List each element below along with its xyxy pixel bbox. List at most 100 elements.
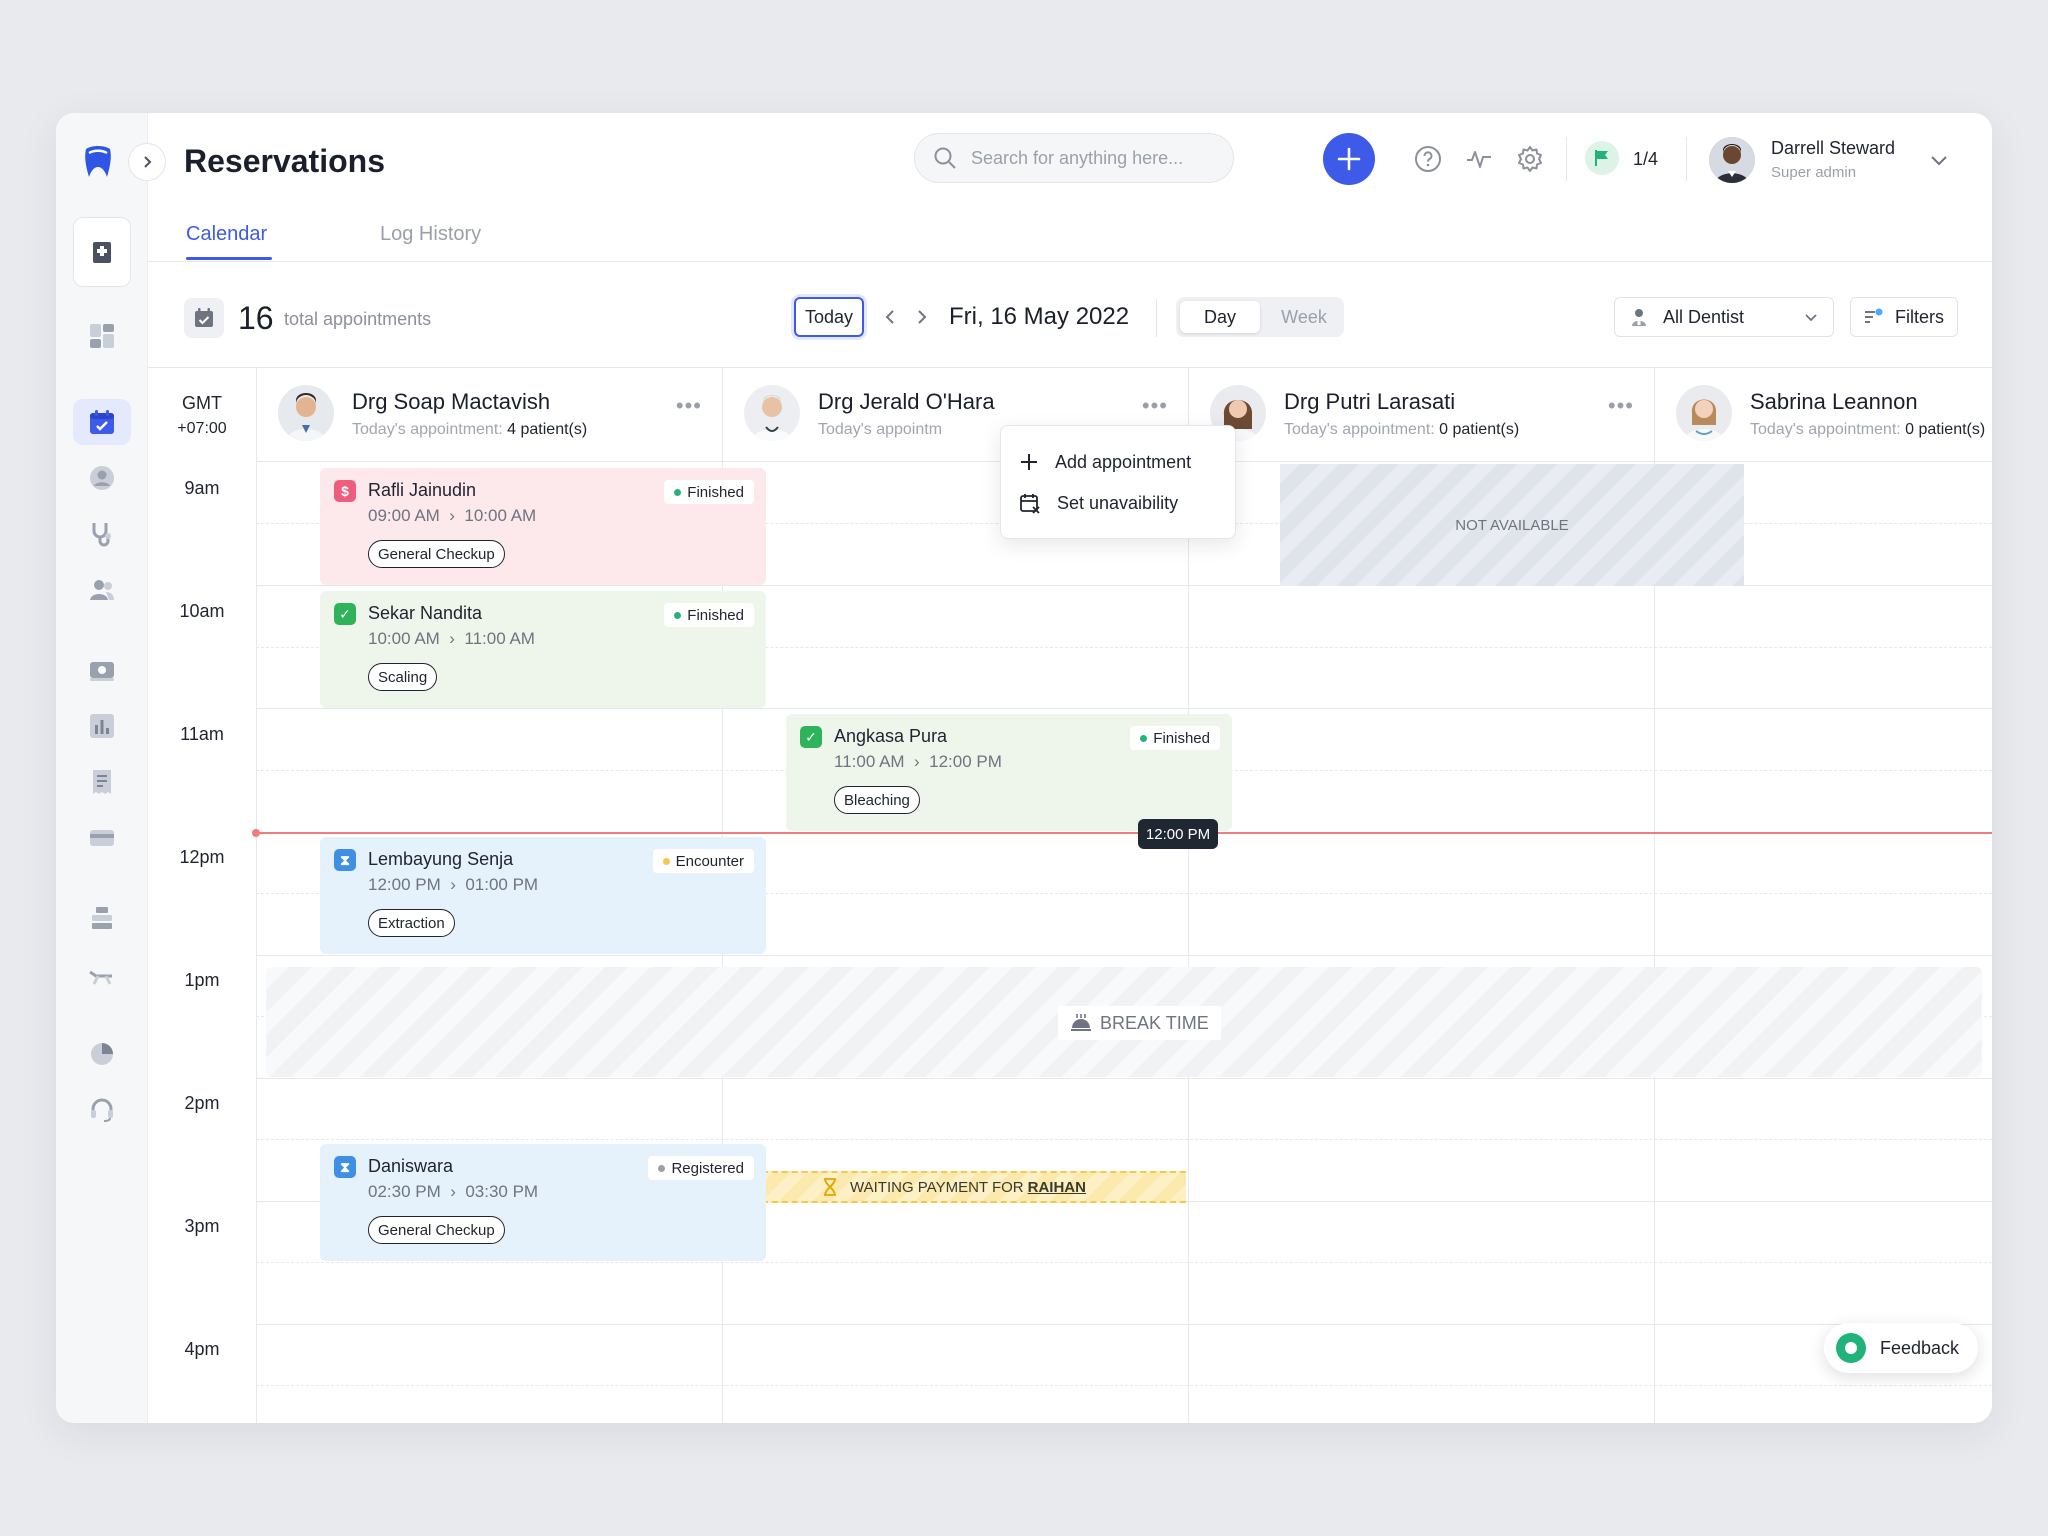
column-more-button[interactable]: ••• bbox=[676, 393, 702, 419]
payment-icon[interactable] bbox=[73, 647, 131, 693]
user-name: Darrell Steward bbox=[1771, 138, 1895, 159]
feedback-label: Feedback bbox=[1880, 1338, 1959, 1359]
filter-icon bbox=[1863, 307, 1885, 327]
tab-log-history[interactable]: Log History bbox=[380, 223, 481, 246]
today-button[interactable]: Today bbox=[794, 297, 864, 337]
column-more-button[interactable]: ••• bbox=[1608, 393, 1634, 419]
search-input[interactable]: Search for anything here... bbox=[914, 133, 1234, 183]
view-week-button[interactable]: Week bbox=[1272, 301, 1336, 333]
appointment-time: 10:00 AM › 11:00 AM bbox=[368, 629, 535, 649]
current-date: Fri, 16 May 2022 bbox=[949, 303, 1129, 331]
dental-chair-icon[interactable] bbox=[73, 951, 131, 997]
status-badge: Encounter bbox=[653, 849, 754, 873]
current-time-label: 12:00 PM bbox=[1138, 819, 1218, 849]
appointment-card[interactable]: ⧗ Daniswara 02:30 PM › 03:30 PM General … bbox=[320, 1144, 766, 1261]
patient-name: Daniswara bbox=[368, 1156, 453, 1177]
sidebar bbox=[56, 113, 148, 1423]
dentist-select[interactable]: All Dentist bbox=[1614, 297, 1834, 337]
dentist-appointment-summary: Today's appointment: 0 patient(s) bbox=[1284, 421, 1519, 439]
user-avatar[interactable] bbox=[1709, 137, 1755, 183]
logo-icon[interactable] bbox=[82, 145, 114, 181]
add-appointment-menu-item[interactable]: Add appointment bbox=[1019, 447, 1191, 477]
filters-button[interactable]: Filters bbox=[1850, 297, 1958, 337]
progress-flag-button[interactable] bbox=[1585, 141, 1619, 175]
support-headset-icon[interactable] bbox=[73, 1087, 131, 1133]
chat-bubble-icon bbox=[1836, 1333, 1866, 1363]
user-menu-button[interactable] bbox=[1928, 149, 1950, 176]
status-badge: Finished bbox=[664, 603, 754, 627]
treatment-tag: General Checkup bbox=[368, 1216, 505, 1244]
app-window: Reservations Search for anything here...… bbox=[56, 113, 1992, 1423]
hour-label: 1pm bbox=[148, 970, 256, 991]
hour-label: 9am bbox=[148, 478, 256, 499]
dentist-column-header: Sabrina Leannon Today's appointment: 0 p… bbox=[1654, 367, 1992, 461]
waiting-patient-name[interactable]: RAIHAN bbox=[1028, 1179, 1086, 1196]
help-button[interactable] bbox=[1412, 143, 1444, 175]
not-available-block: NOT AVAILABLE bbox=[1280, 464, 1744, 586]
view-day-button[interactable]: Day bbox=[1180, 301, 1260, 333]
help-icon bbox=[1414, 145, 1442, 173]
set-unavailability-menu-item[interactable]: Set unavaibility bbox=[1019, 488, 1178, 518]
stethoscope-icon[interactable] bbox=[73, 511, 131, 557]
clinic-icon[interactable] bbox=[73, 217, 131, 287]
feedback-button[interactable]: Feedback bbox=[1824, 1323, 1978, 1373]
staff-icon[interactable] bbox=[73, 567, 131, 613]
patient-name: Sekar Nandita bbox=[368, 603, 482, 624]
dentist-appointment-summary: Today's appointment: 4 patient(s) bbox=[352, 421, 587, 439]
analytics-pie-icon[interactable] bbox=[73, 1031, 131, 1077]
appointment-card[interactable]: ✓ Angkasa Pura 11:00 AM › 12:00 PM Bleac… bbox=[786, 714, 1232, 831]
patient-icon[interactable] bbox=[73, 455, 131, 501]
hour-label: 2pm bbox=[148, 1093, 256, 1114]
payment-dollar-icon: $ bbox=[334, 480, 356, 502]
dentist-name: Drg Jerald O'Hara bbox=[818, 389, 995, 415]
prev-day-button[interactable] bbox=[878, 305, 902, 329]
activity-button[interactable] bbox=[1463, 143, 1495, 175]
active-tab-indicator bbox=[186, 257, 272, 260]
report-chart-icon[interactable] bbox=[73, 703, 131, 749]
column-more-button[interactable]: ••• bbox=[1142, 393, 1168, 419]
plus-icon bbox=[1019, 452, 1039, 472]
status-badge: Registered bbox=[648, 1156, 754, 1180]
add-button[interactable] bbox=[1323, 133, 1375, 185]
dentist-column-header: Drg Putri Larasati Today's appointment: … bbox=[1188, 367, 1654, 461]
appointment-card[interactable]: $ Rafli Jainudin 09:00 AM › 10:00 AM Gen… bbox=[320, 468, 766, 585]
calendar-x-icon bbox=[1019, 492, 1041, 514]
appointment-count-label: total appointments bbox=[284, 309, 431, 330]
dentist-name: Drg Putri Larasati bbox=[1284, 389, 1455, 415]
dentist-name: Sabrina Leannon bbox=[1750, 389, 1918, 415]
chevron-right-icon bbox=[140, 155, 154, 169]
dentist-icon bbox=[1629, 307, 1649, 327]
chevron-right-icon bbox=[914, 309, 930, 325]
main-area: Reservations Search for anything here...… bbox=[148, 113, 1992, 1423]
tab-calendar[interactable]: Calendar bbox=[186, 223, 267, 246]
timezone-offset: +07:00 bbox=[148, 420, 256, 438]
sidebar-toggle-button[interactable] bbox=[128, 143, 166, 181]
inventory-icon[interactable] bbox=[73, 895, 131, 941]
calendar-nav-icon[interactable] bbox=[73, 399, 131, 445]
card-icon[interactable] bbox=[73, 815, 131, 861]
timezone-label: GMT bbox=[148, 393, 256, 414]
hour-label: 3pm bbox=[148, 1216, 256, 1237]
waiting-payment-banner[interactable]: WAITING PAYMENT FORRAIHAN bbox=[722, 1171, 1186, 1203]
hourglass-icon: ⧗ bbox=[334, 849, 356, 871]
dentist-column-header: Drg Soap Mactavish Today's appointment: … bbox=[256, 367, 722, 461]
dentist-avatar bbox=[744, 385, 800, 441]
dentist-appointment-summary: Today's appointm bbox=[818, 421, 942, 439]
appointment-card[interactable]: ✓ Sekar Nandita 10:00 AM › 11:00 AM Scal… bbox=[320, 591, 766, 708]
settings-button[interactable] bbox=[1514, 143, 1546, 175]
filters-label: Filters bbox=[1895, 307, 1944, 328]
current-time-dot bbox=[252, 829, 260, 837]
hour-label: 11am bbox=[148, 724, 256, 745]
calendar-check-icon bbox=[184, 298, 224, 338]
hourglass-icon: ⧗ bbox=[334, 1156, 356, 1178]
gear-icon bbox=[1516, 145, 1544, 173]
page-title: Reservations bbox=[184, 143, 385, 180]
next-day-button[interactable] bbox=[910, 305, 934, 329]
flag-icon bbox=[1593, 149, 1611, 167]
document-icon[interactable] bbox=[73, 759, 131, 805]
patient-name: Angkasa Pura bbox=[834, 726, 947, 747]
appointment-card[interactable]: ⧗ Lembayung Senja 12:00 PM › 01:00 PM Ex… bbox=[320, 837, 766, 954]
dashboard-icon[interactable] bbox=[73, 313, 131, 359]
hour-label: 4pm bbox=[148, 1339, 256, 1360]
status-badge: Finished bbox=[1130, 726, 1220, 750]
